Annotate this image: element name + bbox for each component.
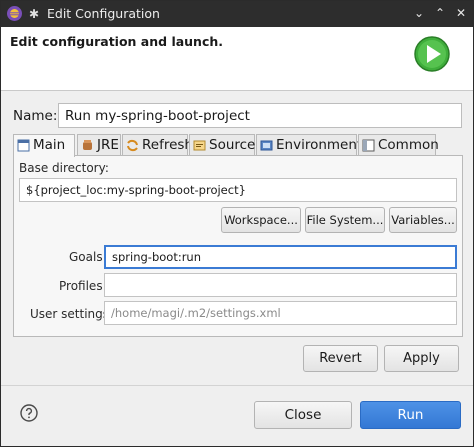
tab-main-label: Main: [33, 137, 66, 153]
tab-common[interactable]: Common: [358, 134, 439, 155]
name-label: Name:: [13, 108, 58, 124]
tab-source-label: Source: [209, 137, 256, 153]
environment-icon: [260, 140, 273, 151]
base-directory-input[interactable]: [19, 178, 457, 202]
dialog-header: Edit configuration and launch.: [1, 27, 473, 91]
common-icon: [362, 139, 375, 152]
header-title: Edit configuration and launch.: [10, 34, 224, 49]
close-button[interactable]: Close: [254, 401, 352, 429]
workspace-button[interactable]: Workspace...: [221, 207, 301, 233]
user-settings-input[interactable]: [104, 301, 457, 325]
name-input[interactable]: [58, 103, 462, 128]
goals-label: Goals:: [69, 250, 107, 264]
close-window-icon[interactable]: ✕: [454, 6, 468, 20]
pin-icon[interactable]: ✱: [29, 7, 41, 21]
tab-main[interactable]: Main: [13, 134, 75, 157]
tab-refresh[interactable]: Refresh: [122, 134, 193, 155]
run-button[interactable]: Run: [360, 401, 461, 429]
tab-environment-label: Environment: [276, 137, 363, 153]
tab-refresh-label: Refresh: [142, 137, 193, 153]
window-title: Edit Configuration: [47, 6, 160, 21]
tab-jre-label: JRE: [97, 137, 119, 153]
edit-configuration-dialog: ✱ Edit Configuration ⌄ ⌃ ✕ Edit configur…: [0, 0, 474, 447]
help-icon[interactable]: [20, 404, 38, 422]
tab-common-label: Common: [378, 137, 439, 153]
minimize-icon[interactable]: ⌄: [412, 6, 426, 20]
goals-input[interactable]: [104, 245, 457, 269]
title-bar[interactable]: ✱ Edit Configuration ⌄ ⌃ ✕: [1, 1, 473, 27]
eclipse-app-icon: [7, 6, 22, 21]
user-settings-label: User settings:: [30, 307, 114, 321]
tab-environment[interactable]: Environment: [256, 134, 362, 155]
profiles-label: Profiles:: [59, 279, 107, 293]
maximize-icon[interactable]: ⌃: [433, 6, 447, 20]
tab-source[interactable]: Source: [189, 134, 255, 155]
apply-button[interactable]: Apply: [384, 345, 459, 372]
variables-button[interactable]: Variables...: [389, 207, 457, 233]
tab-jre[interactable]: JRE: [77, 134, 121, 155]
file-system-button[interactable]: File System...: [305, 207, 385, 233]
profiles-input[interactable]: [104, 273, 457, 297]
jre-icon: [83, 140, 92, 150]
source-icon: [193, 140, 206, 151]
run-launch-icon: [414, 36, 450, 72]
refresh-icon: [127, 139, 138, 152]
base-directory-label: Base directory:: [19, 161, 109, 175]
footer-separator: [1, 385, 473, 386]
main-tab-icon: [17, 139, 30, 152]
revert-button[interactable]: Revert: [303, 345, 378, 372]
